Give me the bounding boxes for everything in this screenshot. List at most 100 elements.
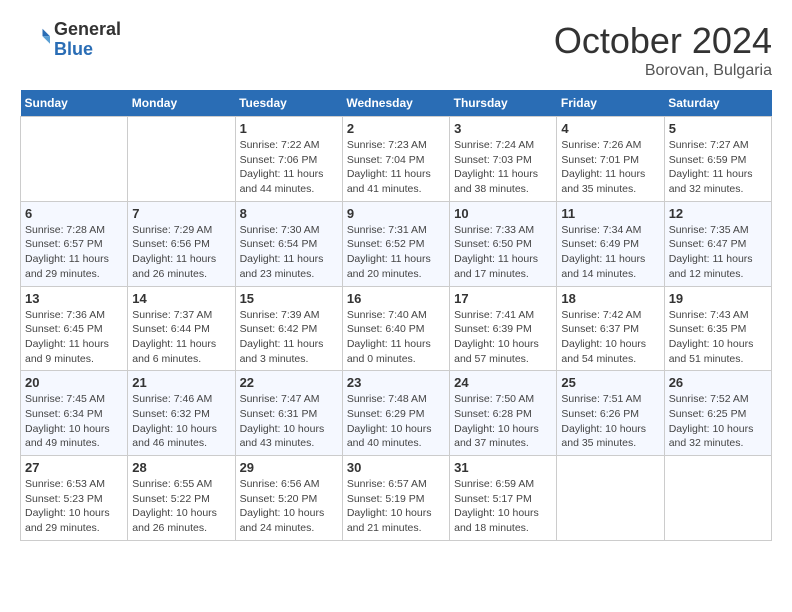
weekday-header: Tuesday xyxy=(235,90,342,117)
calendar-week-row: 6 Sunrise: 7:28 AMSunset: 6:57 PMDayligh… xyxy=(21,201,772,286)
calendar-cell: 6 Sunrise: 7:28 AMSunset: 6:57 PMDayligh… xyxy=(21,201,128,286)
weekday-header: Friday xyxy=(557,90,664,117)
calendar-cell: 21 Sunrise: 7:46 AMSunset: 6:32 PMDaylig… xyxy=(128,371,235,456)
day-number: 19 xyxy=(669,291,767,306)
day-number: 12 xyxy=(669,206,767,221)
calendar-cell: 18 Sunrise: 7:42 AMSunset: 6:37 PMDaylig… xyxy=(557,286,664,371)
calendar-cell: 23 Sunrise: 7:48 AMSunset: 6:29 PMDaylig… xyxy=(342,371,449,456)
day-info: Sunrise: 7:37 AMSunset: 6:44 PMDaylight:… xyxy=(132,308,230,367)
day-number: 30 xyxy=(347,460,445,475)
day-info: Sunrise: 6:53 AMSunset: 5:23 PMDaylight:… xyxy=(25,477,123,536)
day-number: 23 xyxy=(347,375,445,390)
day-info: Sunrise: 7:47 AMSunset: 6:31 PMDaylight:… xyxy=(240,392,338,451)
day-info: Sunrise: 7:40 AMSunset: 6:40 PMDaylight:… xyxy=(347,308,445,367)
calendar-cell: 8 Sunrise: 7:30 AMSunset: 6:54 PMDayligh… xyxy=(235,201,342,286)
calendar-cell xyxy=(557,456,664,541)
day-number: 31 xyxy=(454,460,552,475)
day-number: 21 xyxy=(132,375,230,390)
weekday-header: Wednesday xyxy=(342,90,449,117)
calendar-cell: 29 Sunrise: 6:56 AMSunset: 5:20 PMDaylig… xyxy=(235,456,342,541)
weekday-header: Monday xyxy=(128,90,235,117)
day-number: 2 xyxy=(347,121,445,136)
title-block: October 2024 Borovan, Bulgaria xyxy=(554,20,772,80)
day-number: 22 xyxy=(240,375,338,390)
day-info: Sunrise: 6:57 AMSunset: 5:19 PMDaylight:… xyxy=(347,477,445,536)
day-number: 14 xyxy=(132,291,230,306)
day-number: 10 xyxy=(454,206,552,221)
day-number: 24 xyxy=(454,375,552,390)
day-info: Sunrise: 7:26 AMSunset: 7:01 PMDaylight:… xyxy=(561,138,659,197)
calendar-cell: 19 Sunrise: 7:43 AMSunset: 6:35 PMDaylig… xyxy=(664,286,771,371)
day-number: 8 xyxy=(240,206,338,221)
calendar-cell: 3 Sunrise: 7:24 AMSunset: 7:03 PMDayligh… xyxy=(450,117,557,202)
day-number: 13 xyxy=(25,291,123,306)
calendar-cell: 12 Sunrise: 7:35 AMSunset: 6:47 PMDaylig… xyxy=(664,201,771,286)
calendar-week-row: 13 Sunrise: 7:36 AMSunset: 6:45 PMDaylig… xyxy=(21,286,772,371)
calendar-cell: 28 Sunrise: 6:55 AMSunset: 5:22 PMDaylig… xyxy=(128,456,235,541)
weekday-header: Thursday xyxy=(450,90,557,117)
day-info: Sunrise: 7:33 AMSunset: 6:50 PMDaylight:… xyxy=(454,223,552,282)
day-info: Sunrise: 7:34 AMSunset: 6:49 PMDaylight:… xyxy=(561,223,659,282)
day-info: Sunrise: 7:22 AMSunset: 7:06 PMDaylight:… xyxy=(240,138,338,197)
calendar-cell xyxy=(128,117,235,202)
weekday-header: Saturday xyxy=(664,90,771,117)
calendar-cell: 14 Sunrise: 7:37 AMSunset: 6:44 PMDaylig… xyxy=(128,286,235,371)
calendar-cell: 13 Sunrise: 7:36 AMSunset: 6:45 PMDaylig… xyxy=(21,286,128,371)
calendar-cell: 10 Sunrise: 7:33 AMSunset: 6:50 PMDaylig… xyxy=(450,201,557,286)
calendar-cell: 20 Sunrise: 7:45 AMSunset: 6:34 PMDaylig… xyxy=(21,371,128,456)
day-number: 1 xyxy=(240,121,338,136)
day-info: Sunrise: 7:50 AMSunset: 6:28 PMDaylight:… xyxy=(454,392,552,451)
day-number: 18 xyxy=(561,291,659,306)
day-info: Sunrise: 7:43 AMSunset: 6:35 PMDaylight:… xyxy=(669,308,767,367)
day-number: 4 xyxy=(561,121,659,136)
day-info: Sunrise: 6:55 AMSunset: 5:22 PMDaylight:… xyxy=(132,477,230,536)
calendar-cell xyxy=(21,117,128,202)
weekday-header: Sunday xyxy=(21,90,128,117)
calendar-week-row: 20 Sunrise: 7:45 AMSunset: 6:34 PMDaylig… xyxy=(21,371,772,456)
day-number: 3 xyxy=(454,121,552,136)
calendar-table: SundayMondayTuesdayWednesdayThursdayFrid… xyxy=(20,90,772,541)
day-info: Sunrise: 7:31 AMSunset: 6:52 PMDaylight:… xyxy=(347,223,445,282)
calendar-cell: 15 Sunrise: 7:39 AMSunset: 6:42 PMDaylig… xyxy=(235,286,342,371)
calendar-cell: 4 Sunrise: 7:26 AMSunset: 7:01 PMDayligh… xyxy=(557,117,664,202)
day-info: Sunrise: 7:24 AMSunset: 7:03 PMDaylight:… xyxy=(454,138,552,197)
logo-icon xyxy=(20,25,50,55)
day-info: Sunrise: 7:23 AMSunset: 7:04 PMDaylight:… xyxy=(347,138,445,197)
day-info: Sunrise: 7:30 AMSunset: 6:54 PMDaylight:… xyxy=(240,223,338,282)
logo-text: General Blue xyxy=(54,20,121,60)
calendar-cell: 27 Sunrise: 6:53 AMSunset: 5:23 PMDaylig… xyxy=(21,456,128,541)
day-info: Sunrise: 7:29 AMSunset: 6:56 PMDaylight:… xyxy=(132,223,230,282)
calendar-week-row: 1 Sunrise: 7:22 AMSunset: 7:06 PMDayligh… xyxy=(21,117,772,202)
calendar-cell: 31 Sunrise: 6:59 AMSunset: 5:17 PMDaylig… xyxy=(450,456,557,541)
location: Borovan, Bulgaria xyxy=(554,62,772,80)
day-info: Sunrise: 7:28 AMSunset: 6:57 PMDaylight:… xyxy=(25,223,123,282)
day-number: 11 xyxy=(561,206,659,221)
calendar-cell: 7 Sunrise: 7:29 AMSunset: 6:56 PMDayligh… xyxy=(128,201,235,286)
logo-general: General xyxy=(54,20,121,40)
calendar-cell: 17 Sunrise: 7:41 AMSunset: 6:39 PMDaylig… xyxy=(450,286,557,371)
day-number: 25 xyxy=(561,375,659,390)
calendar-cell: 16 Sunrise: 7:40 AMSunset: 6:40 PMDaylig… xyxy=(342,286,449,371)
day-info: Sunrise: 7:35 AMSunset: 6:47 PMDaylight:… xyxy=(669,223,767,282)
day-number: 27 xyxy=(25,460,123,475)
logo-blue: Blue xyxy=(54,40,121,60)
calendar-cell: 1 Sunrise: 7:22 AMSunset: 7:06 PMDayligh… xyxy=(235,117,342,202)
calendar-cell: 24 Sunrise: 7:50 AMSunset: 6:28 PMDaylig… xyxy=(450,371,557,456)
calendar-cell: 5 Sunrise: 7:27 AMSunset: 6:59 PMDayligh… xyxy=(664,117,771,202)
day-number: 29 xyxy=(240,460,338,475)
day-number: 7 xyxy=(132,206,230,221)
day-info: Sunrise: 6:59 AMSunset: 5:17 PMDaylight:… xyxy=(454,477,552,536)
day-number: 20 xyxy=(25,375,123,390)
day-number: 9 xyxy=(347,206,445,221)
day-info: Sunrise: 7:52 AMSunset: 6:25 PMDaylight:… xyxy=(669,392,767,451)
calendar-cell: 2 Sunrise: 7:23 AMSunset: 7:04 PMDayligh… xyxy=(342,117,449,202)
day-number: 17 xyxy=(454,291,552,306)
day-info: Sunrise: 7:39 AMSunset: 6:42 PMDaylight:… xyxy=(240,308,338,367)
calendar-cell xyxy=(664,456,771,541)
day-number: 28 xyxy=(132,460,230,475)
month-title: October 2024 xyxy=(554,20,772,62)
day-number: 6 xyxy=(25,206,123,221)
day-number: 26 xyxy=(669,375,767,390)
weekday-header-row: SundayMondayTuesdayWednesdayThursdayFrid… xyxy=(21,90,772,117)
calendar-cell: 9 Sunrise: 7:31 AMSunset: 6:52 PMDayligh… xyxy=(342,201,449,286)
